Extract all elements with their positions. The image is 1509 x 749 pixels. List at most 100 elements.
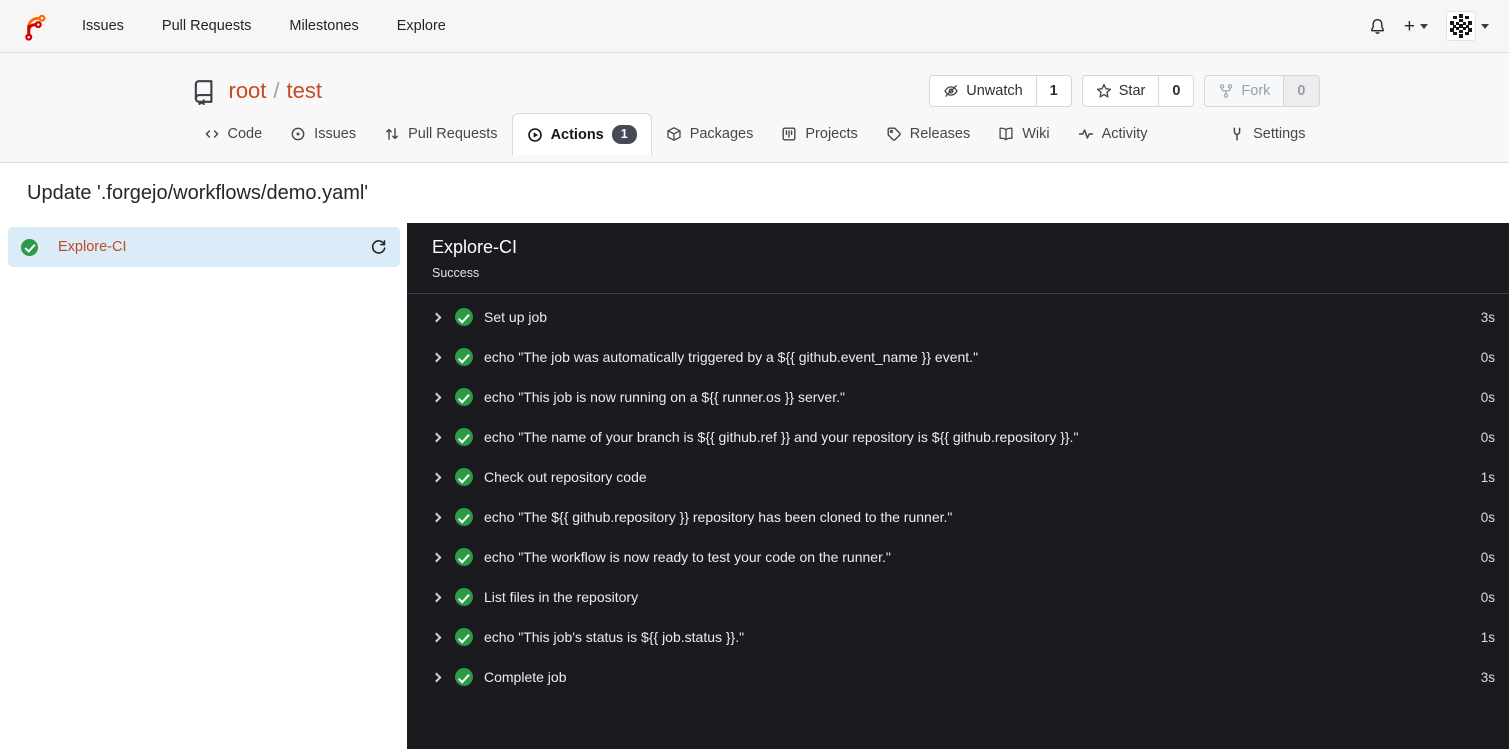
project-board-icon: [782, 127, 796, 141]
repo-owner-link[interactable]: root: [229, 78, 267, 103]
check-success-icon: [21, 238, 38, 256]
tab-packages[interactable]: Packages: [652, 113, 768, 155]
step-row[interactable]: List files in the repository 0s: [407, 577, 1509, 617]
check-success-icon: [455, 308, 473, 326]
forks-count-button[interactable]: 0: [1284, 75, 1320, 107]
actions-count-badge: 1: [611, 125, 637, 144]
watchers-count-button[interactable]: 1: [1036, 75, 1072, 107]
check-success-icon: [455, 668, 473, 686]
run-status-text: Success: [432, 266, 480, 280]
nav-pull-requests[interactable]: Pull Requests: [162, 18, 251, 34]
check-success-icon: [455, 548, 473, 566]
step-label: Set up job: [484, 309, 548, 325]
breadcrumb-separator: /: [273, 78, 280, 103]
step-label: Check out repository code: [484, 469, 647, 485]
tab-label: Projects: [805, 126, 858, 142]
avatar: [1446, 11, 1476, 41]
tab-label: Activity: [1101, 126, 1148, 142]
forgejo-logo[interactable]: [20, 9, 52, 43]
check-success-icon: [455, 588, 473, 606]
fork-icon: [1220, 84, 1233, 98]
create-new-dropdown[interactable]: +: [1404, 17, 1428, 36]
step-row[interactable]: echo "The job was automatically triggere…: [407, 337, 1509, 377]
watch-button-group: Unwatch 1: [929, 75, 1072, 107]
star-label: Star: [1118, 83, 1146, 99]
tab-label: Releases: [909, 126, 971, 142]
step-duration: 3s: [1480, 309, 1495, 325]
repo-header-section: root / test Unwatch 1 Star 0 Fork 0 Code…: [0, 53, 1509, 163]
stars-count-button[interactable]: 0: [1159, 75, 1195, 107]
code-icon: [205, 130, 218, 138]
tab-label: Code: [227, 126, 263, 142]
chevron-down-icon: [1420, 23, 1428, 29]
tab-wiki[interactable]: Wiki: [984, 113, 1063, 155]
step-duration: 3s: [1480, 669, 1495, 685]
bell-icon: [1370, 18, 1384, 34]
step-row[interactable]: echo "The workflow is now ready to test …: [407, 537, 1509, 577]
fork-button-group: Fork 0: [1204, 75, 1320, 107]
step-row[interactable]: echo "This job's status is ${{ job.statu…: [407, 617, 1509, 657]
fork-button[interactable]: Fork: [1204, 75, 1285, 107]
repo-icon: [194, 79, 212, 105]
top-navbar: Issues Pull Requests Milestones Explore …: [0, 0, 1509, 53]
chevron-right-icon: [431, 592, 442, 602]
tab-label: Pull Requests: [408, 126, 498, 142]
notifications-button[interactable]: [1369, 18, 1386, 35]
step-row[interactable]: Check out repository code 1s: [407, 457, 1509, 497]
step-label: echo "The workflow is now ready to test …: [484, 549, 891, 565]
step-duration: 0s: [1480, 349, 1495, 365]
play-circle-icon: [527, 127, 542, 142]
step-label: echo "This job's status is ${{ job.statu…: [484, 629, 745, 645]
step-row[interactable]: Complete job 3s: [407, 657, 1509, 697]
step-label: echo "The job was automatically triggere…: [484, 349, 979, 365]
nav-issues[interactable]: Issues: [82, 18, 124, 34]
step-label: echo "This job is now running on a ${{ r…: [484, 389, 845, 405]
step-label: echo "The ${{ github.repository }} repos…: [484, 509, 953, 525]
tab-label: Wiki: [1022, 126, 1050, 142]
book-open-icon: [999, 127, 1013, 141]
pulse-icon: [1078, 129, 1093, 139]
user-menu[interactable]: [1446, 11, 1489, 41]
page-title: Update '.forgejo/workflows/demo.yaml': [27, 182, 369, 204]
repo-name-link[interactable]: test: [287, 78, 322, 103]
run-panel-header: Explore-CI Success: [407, 223, 1509, 294]
nav-explore[interactable]: Explore: [397, 18, 446, 34]
pull-request-icon: [386, 128, 398, 140]
tab-projects[interactable]: Projects: [767, 113, 871, 155]
step-row[interactable]: echo "This job is now running on a ${{ r…: [407, 377, 1509, 417]
tab-pull-requests[interactable]: Pull Requests: [370, 113, 511, 155]
step-label: Complete job: [484, 669, 567, 685]
chevron-right-icon: [431, 672, 442, 682]
tab-settings[interactable]: Settings: [1215, 113, 1319, 155]
step-row[interactable]: Set up job 3s: [407, 297, 1509, 337]
step-row[interactable]: echo "The name of your branch is ${{ git…: [407, 417, 1509, 457]
job-label: Explore-CI: [58, 239, 127, 255]
check-success-icon: [455, 348, 473, 366]
check-success-icon: [455, 468, 473, 486]
step-duration: 1s: [1480, 629, 1495, 645]
job-item-explore-ci[interactable]: Explore-CI: [8, 227, 400, 267]
step-duration: 0s: [1480, 389, 1495, 405]
unwatch-button[interactable]: Unwatch: [929, 75, 1037, 107]
tab-releases[interactable]: Releases: [872, 113, 984, 155]
step-row[interactable]: echo "The ${{ github.repository }} repos…: [407, 497, 1509, 537]
unwatch-label: Unwatch: [966, 83, 1023, 99]
chevron-right-icon: [431, 392, 442, 402]
check-success-icon: [455, 388, 473, 406]
tag-icon: [887, 127, 901, 141]
tab-actions[interactable]: Actions 1: [511, 113, 652, 155]
star-button[interactable]: Star: [1081, 75, 1160, 107]
tab-activity[interactable]: Activity: [1064, 113, 1162, 155]
repo-action-buttons: Unwatch 1 Star 0 Fork 0: [929, 75, 1320, 107]
rerun-job-button[interactable]: [370, 239, 387, 256]
nav-milestones[interactable]: Milestones: [289, 18, 358, 34]
tab-issues[interactable]: Issues: [276, 113, 370, 155]
check-success-icon: [455, 428, 473, 446]
steps-list: Set up job 3s echo "The job was automati…: [407, 294, 1509, 697]
step-label: List files in the repository: [484, 589, 639, 605]
chevron-down-icon: [1481, 23, 1489, 29]
chevron-right-icon: [431, 632, 442, 642]
tab-label: Issues: [314, 126, 357, 142]
tab-code[interactable]: Code: [190, 113, 277, 155]
issue-icon: [291, 127, 305, 141]
